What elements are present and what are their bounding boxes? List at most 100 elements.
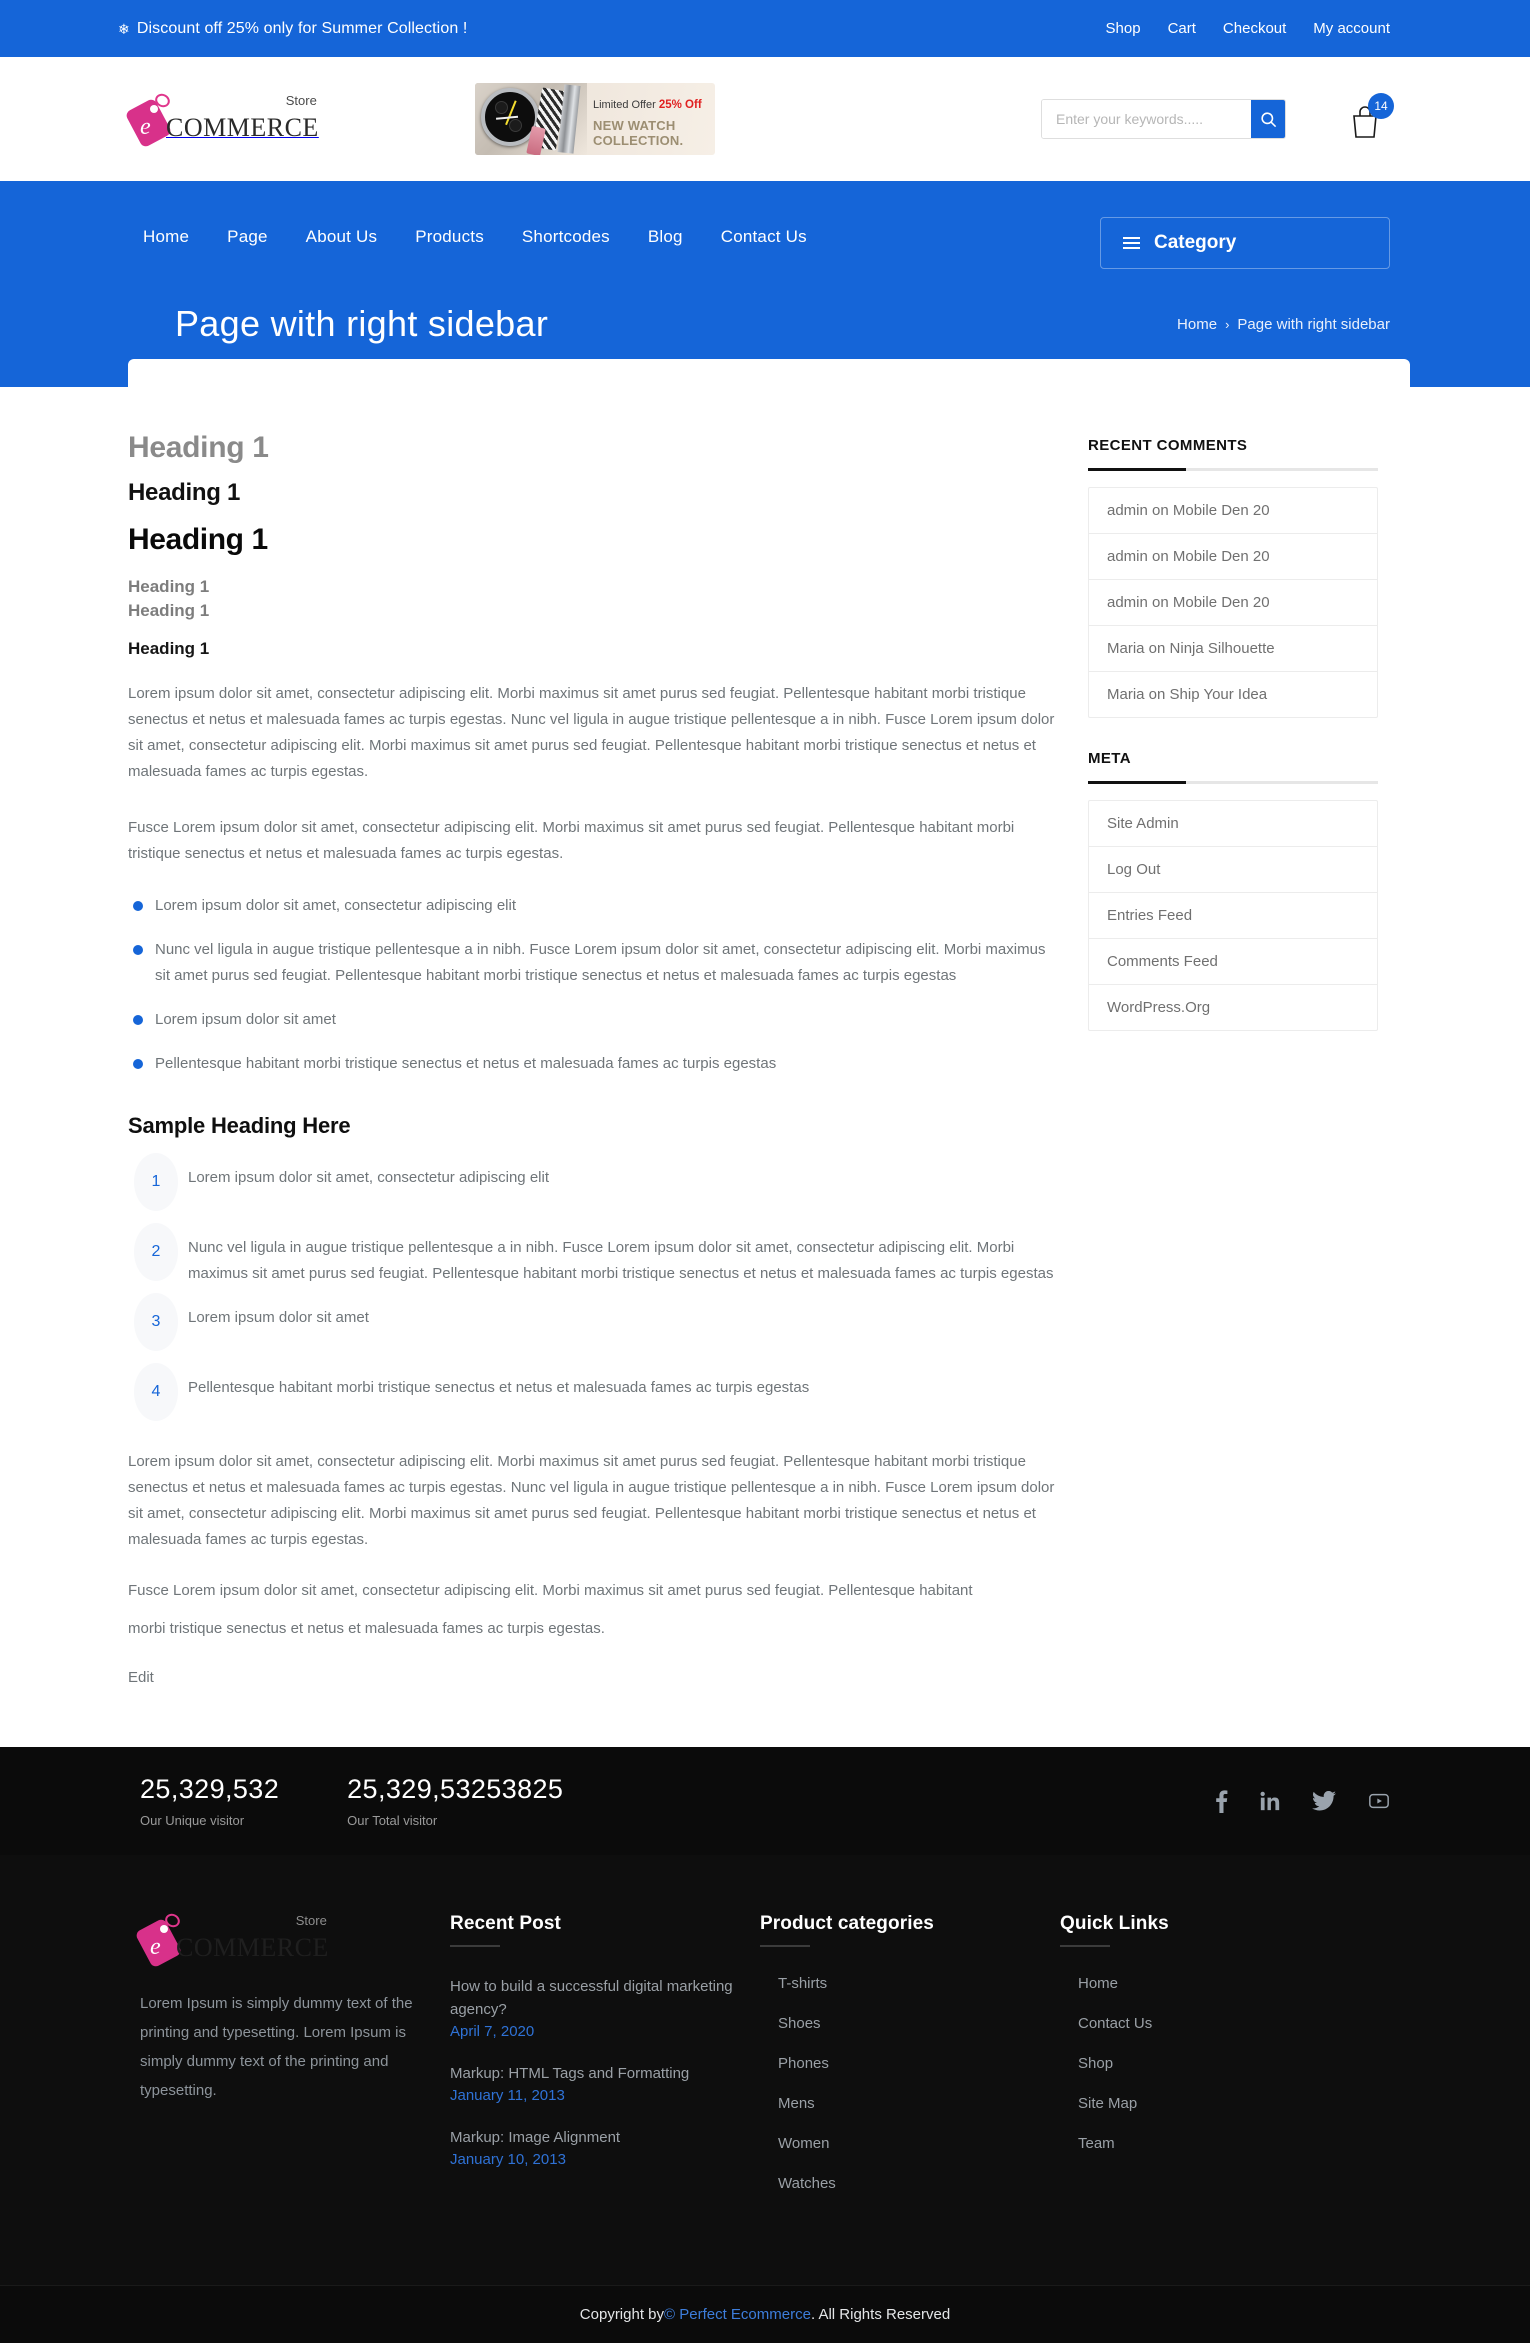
total-visitor-count: 25,329,53253825: [347, 1774, 564, 1804]
breadcrumb-current: Page with right sidebar: [1237, 315, 1390, 333]
list-item: Markup: Image Alignment January 10, 2013: [450, 2126, 760, 2168]
category-link-watches[interactable]: Watches: [760, 2175, 836, 2192]
list-item: Site Map: [1060, 2095, 1320, 2113]
list-item: T-shirts: [760, 1975, 1060, 1993]
footer-column-title: Quick Links: [1060, 1913, 1169, 1934]
search-input[interactable]: [1042, 100, 1251, 138]
category-link-t-shirts[interactable]: T-shirts: [760, 1975, 827, 1992]
category-link-women[interactable]: Women: [760, 2135, 829, 2152]
list-item: 4 Pellentesque habitant morbi tristique …: [128, 1363, 1058, 1427]
footer-logo[interactable]: e Store COMMERCE: [134, 1911, 450, 1969]
nav-item-home[interactable]: Home: [130, 227, 208, 247]
nav-item-about-us[interactable]: About Us: [287, 227, 397, 247]
cart-button[interactable]: 14: [1348, 93, 1394, 141]
topbar-link-cart[interactable]: Cart: [1168, 20, 1196, 37]
sidebar: RECENT COMMENTS admin on Mobile Den 20 a…: [1088, 431, 1378, 1687]
unique-visitor-label: Our Unique visitor: [140, 1813, 245, 1828]
list-item: Entries Feed: [1089, 893, 1377, 939]
recent-comment-link[interactable]: Maria on Ninja Silhouette: [1089, 626, 1377, 671]
youtube-link[interactable]: [1368, 1790, 1390, 1812]
heading-sample-3: Heading 1: [128, 523, 268, 556]
edit-link[interactable]: Edit: [128, 1669, 154, 1686]
hamburger-icon: [1123, 237, 1140, 249]
list-item: admin on Mobile Den 20: [1089, 534, 1377, 580]
list-item: Nunc vel ligula in augue tristique pelle…: [128, 937, 1058, 989]
footer-column-title: Product categories: [760, 1913, 934, 1934]
category-dropdown-button[interactable]: Category: [1100, 217, 1390, 269]
footer-about-column: e Store COMMERCE Lorem Ipsum is simply d…: [134, 1911, 450, 2215]
site-logo[interactable]: e Store COMMERCE: [124, 91, 330, 149]
numbered-list: 1 Lorem ipsum dolor sit amet, consectetu…: [128, 1153, 1058, 1427]
category-link-shoes[interactable]: Shoes: [760, 2015, 821, 2032]
promo-text: Discount off 25% only for Summer Collect…: [136, 19, 468, 37]
nav-item-products[interactable]: Products: [396, 227, 503, 247]
logo-mark-letter: e: [150, 1934, 161, 1960]
topbar-link-shop[interactable]: Shop: [1106, 20, 1141, 37]
quick-link-team[interactable]: Team: [1060, 2135, 1115, 2152]
category-link-mens[interactable]: Mens: [760, 2095, 815, 2112]
content-sheet-top: [128, 359, 1410, 387]
cart-count-badge: 14: [1368, 93, 1394, 119]
recent-comment-link[interactable]: admin on Mobile Den 20: [1089, 488, 1377, 533]
recent-comment-link[interactable]: admin on Mobile Den 20: [1089, 580, 1377, 625]
meta-link-comments-feed[interactable]: Comments Feed: [1089, 939, 1377, 984]
paragraph-2: Fusce Lorem ipsum dolor sit amet, consec…: [128, 819, 1015, 862]
category-label: Category: [1154, 232, 1237, 253]
meta-link-entries-feed[interactable]: Entries Feed: [1089, 893, 1377, 938]
list-item: admin on Mobile Den 20: [1089, 580, 1377, 626]
breadcrumb-home[interactable]: Home: [1177, 316, 1217, 333]
heading-sample-5: Heading 1: [128, 601, 210, 620]
list-number-badge: 1: [134, 1153, 178, 1211]
list-item: Women: [760, 2135, 1060, 2153]
copyright-prefix: Copyright by: [579, 2306, 665, 2323]
nav-links: Home Page About Us Products Shortcodes B…: [130, 227, 826, 247]
meta-link-site-admin[interactable]: Site Admin: [1089, 801, 1377, 846]
header-promo-banner[interactable]: Limited Offer 25% Off NEW WATCH COLLECTI…: [475, 83, 715, 155]
paragraph-4-clipped-region: Fusce Lorem ipsum dolor sit amet, consec…: [128, 1579, 1058, 1617]
widget-meta: META Site Admin Log Out Entries Feed Com…: [1088, 750, 1378, 1031]
meta-link-log-out[interactable]: Log Out: [1089, 847, 1377, 892]
recent-post-title[interactable]: Markup: Image Alignment: [450, 2126, 760, 2149]
category-link-phones[interactable]: Phones: [760, 2055, 829, 2072]
topbar-link-my-account[interactable]: My account: [1313, 20, 1390, 37]
snowflake-icon: ❄: [118, 20, 130, 37]
copyright-link[interactable]: © Perfect Ecommerce: [664, 2306, 811, 2323]
paragraph-4-tail: morbi tristique senectus et netus et mal…: [128, 1620, 605, 1637]
meta-link-wordpress-org[interactable]: WordPress.Org: [1089, 985, 1377, 1030]
total-visitor-stat: 25,329,53253825 Our Total visitor: [347, 1774, 563, 1828]
recent-post-title[interactable]: How to build a successful digital market…: [450, 1975, 760, 2021]
recent-post-title[interactable]: Markup: HTML Tags and Formatting: [450, 2062, 760, 2085]
recent-comment-link[interactable]: admin on Mobile Den 20: [1089, 534, 1377, 579]
search-button[interactable]: [1251, 100, 1285, 138]
list-item: Shop: [1060, 2055, 1320, 2073]
meta-list: Site Admin Log Out Entries Feed Comments…: [1088, 800, 1378, 1031]
list-item: 1 Lorem ipsum dolor sit amet, consectetu…: [128, 1153, 1058, 1217]
nav-item-contact-us[interactable]: Contact Us: [702, 227, 826, 247]
list-item: Home: [1060, 1975, 1320, 1993]
main-navigation: Home Page About Us Products Shortcodes B…: [0, 181, 1530, 269]
topbar-link-checkout[interactable]: Checkout: [1223, 20, 1286, 37]
nav-item-page[interactable]: Page: [208, 227, 287, 247]
facebook-link[interactable]: [1215, 1789, 1228, 1813]
nav-item-shortcodes[interactable]: Shortcodes: [503, 227, 629, 247]
paragraph-1: Lorem ipsum dolor sit amet, consectetur …: [128, 685, 1055, 780]
linkedin-link[interactable]: [1260, 1791, 1280, 1811]
heading-sample-6: Heading 1: [128, 639, 210, 658]
widget-title: RECENT COMMENTS: [1088, 437, 1248, 454]
list-item: Team: [1060, 2135, 1320, 2153]
unique-visitor-stat: 25,329,532 Our Unique visitor: [140, 1774, 279, 1828]
quick-link-home[interactable]: Home: [1060, 1975, 1118, 1992]
quick-link-site-map[interactable]: Site Map: [1060, 2095, 1137, 2112]
list-item: How to build a successful digital market…: [450, 1975, 760, 2040]
quick-link-shop[interactable]: Shop: [1060, 2055, 1113, 2072]
recent-comment-link[interactable]: Maria on Ship Your Idea: [1089, 672, 1377, 717]
list-number-badge: 4: [134, 1363, 178, 1421]
list-item: Lorem ipsum dolor sit amet: [128, 1007, 1058, 1033]
product-categories-list: T-shirts Shoes Phones Mens Women Watches: [760, 1975, 1060, 2193]
list-item: Markup: HTML Tags and Formatting January…: [450, 2062, 760, 2104]
nav-item-blog[interactable]: Blog: [629, 227, 702, 247]
quick-link-contact-us[interactable]: Contact Us: [1060, 2015, 1152, 2032]
twitter-link[interactable]: [1312, 1791, 1336, 1811]
copyright-bar: Copyright by © Perfect Ecommerce. All Ri…: [0, 2285, 1530, 2343]
social-links: [1215, 1789, 1390, 1813]
